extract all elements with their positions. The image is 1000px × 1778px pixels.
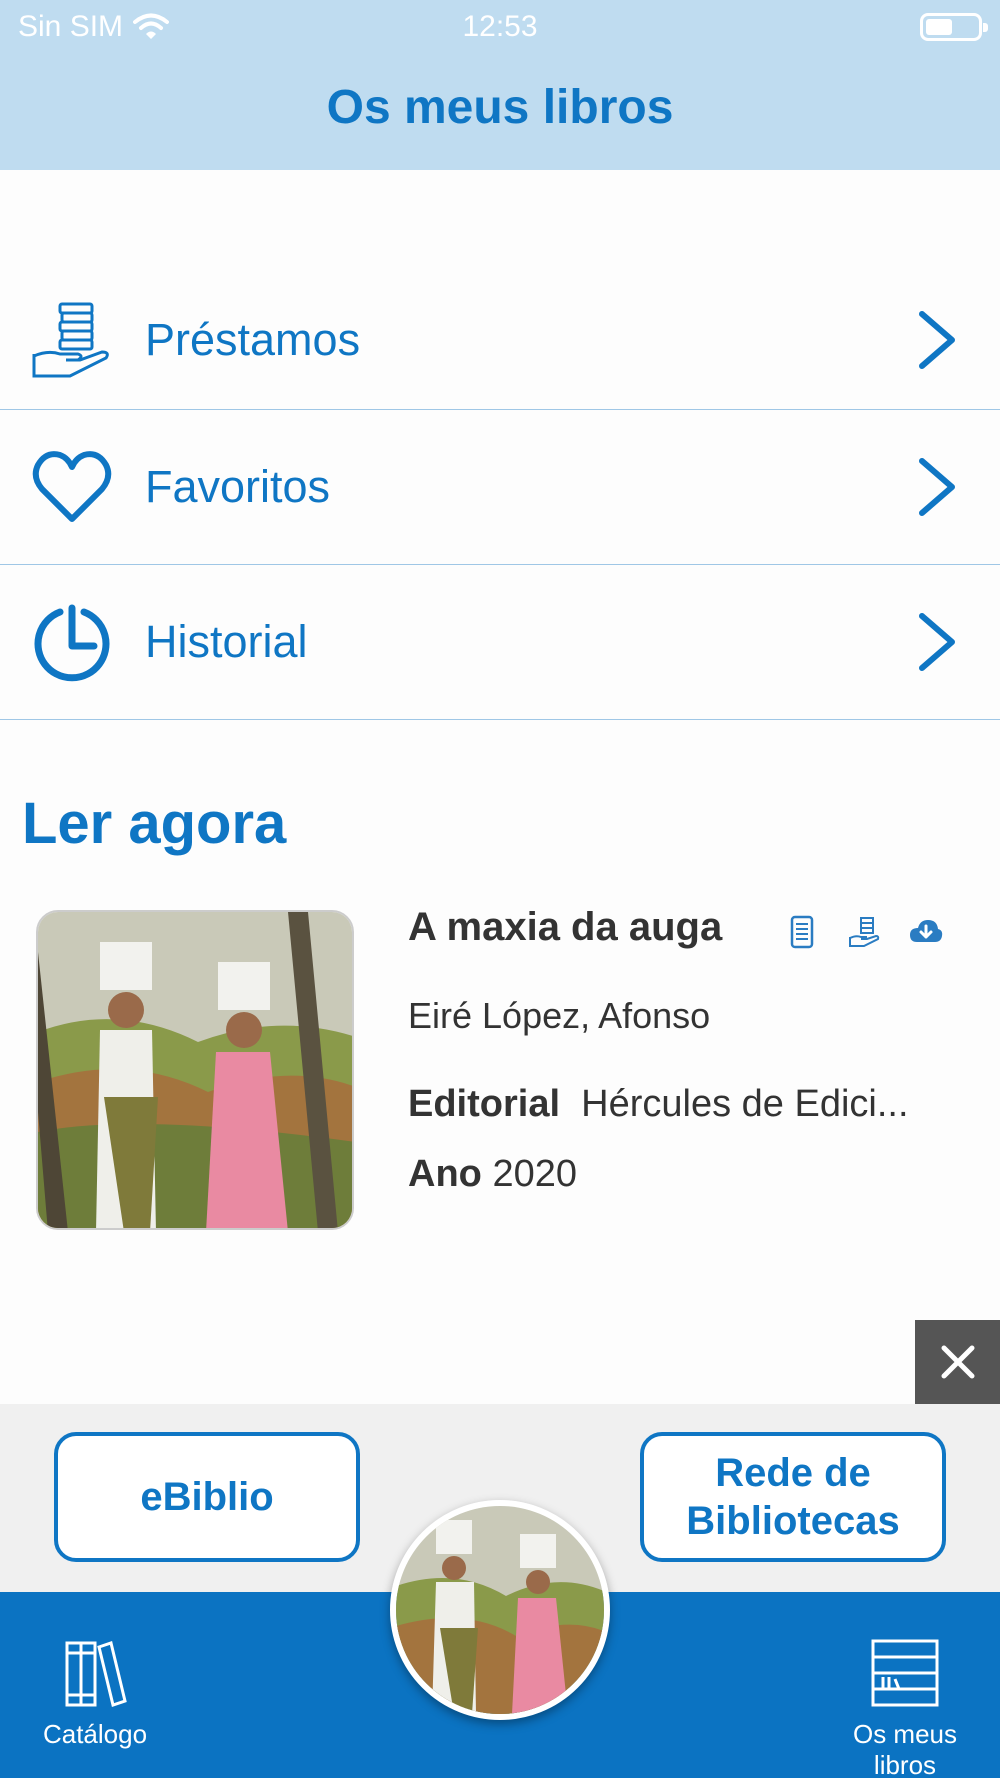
tab-label: Catálogo bbox=[42, 1719, 148, 1749]
menu-list: Préstamos Favoritos Historial bbox=[0, 270, 1000, 720]
book-title[interactable]: A maxia da auga bbox=[408, 905, 722, 950]
history-clock-icon bbox=[34, 604, 110, 682]
book-card[interactable]: A maxia da auga Eiré López, Afonso Edito… bbox=[0, 905, 1000, 1235]
chevron-right-icon bbox=[919, 613, 955, 671]
book-year: Ano 2020 bbox=[408, 1153, 577, 1196]
close-icon bbox=[941, 1345, 974, 1379]
status-bar: Sin SIM 12:53 bbox=[0, 0, 1000, 56]
cover-painting bbox=[38, 912, 352, 1228]
tab-os-meus-libros[interactable]: Os meus libros bbox=[830, 1637, 980, 1778]
cover-painting bbox=[396, 1506, 604, 1714]
loan-hand-icon bbox=[849, 917, 880, 947]
chevron-right-icon bbox=[919, 310, 955, 369]
menu-item-prestamos[interactable]: Préstamos bbox=[0, 270, 1000, 410]
menu-item-label: Historial bbox=[145, 616, 308, 667]
menu-item-label: Préstamos bbox=[145, 313, 361, 365]
year-label: Ano bbox=[408, 1153, 482, 1195]
book-format-icons bbox=[785, 915, 943, 949]
battery-icon bbox=[920, 13, 988, 41]
bookshelf-icon bbox=[871, 1639, 939, 1707]
books-icon bbox=[65, 1641, 127, 1707]
ebook-reader-icon bbox=[790, 915, 814, 949]
section-title: Ler agora bbox=[22, 791, 287, 856]
cloud-download-icon[interactable] bbox=[909, 915, 943, 949]
publisher-value: Hércules de Edici... bbox=[581, 1083, 909, 1125]
close-banner-button[interactable] bbox=[915, 1320, 1000, 1404]
tab-label: Os meus libros bbox=[852, 1719, 958, 1778]
menu-item-label: Favoritos bbox=[145, 461, 331, 512]
hand-with-books-icon bbox=[32, 302, 109, 377]
book-cover[interactable] bbox=[36, 910, 354, 1230]
header: Sin SIM 12:53 Os meus libros bbox=[0, 0, 1000, 170]
year-value: 2020 bbox=[492, 1153, 577, 1195]
menu-item-historial[interactable]: Historial bbox=[0, 565, 1000, 720]
chevron-right-icon bbox=[919, 458, 955, 516]
current-book-avatar[interactable] bbox=[390, 1500, 610, 1720]
ebiblio-button[interactable]: eBiblio bbox=[54, 1432, 360, 1562]
publisher-label: Editorial bbox=[408, 1083, 561, 1125]
rede-bibliotecas-button[interactable]: Rede de Bibliotecas bbox=[640, 1432, 946, 1562]
tab-catalogo[interactable]: Catálogo bbox=[20, 1637, 170, 1750]
page-title: Os meus libros bbox=[326, 81, 674, 134]
book-author: Eiré López, Afonso bbox=[408, 995, 711, 1036]
menu-item-favoritos[interactable]: Favoritos bbox=[0, 410, 1000, 565]
heart-icon bbox=[32, 451, 112, 522]
book-publisher: Editorial Hércules de Edici... bbox=[408, 1083, 909, 1126]
clock: 12:53 bbox=[462, 10, 538, 43]
